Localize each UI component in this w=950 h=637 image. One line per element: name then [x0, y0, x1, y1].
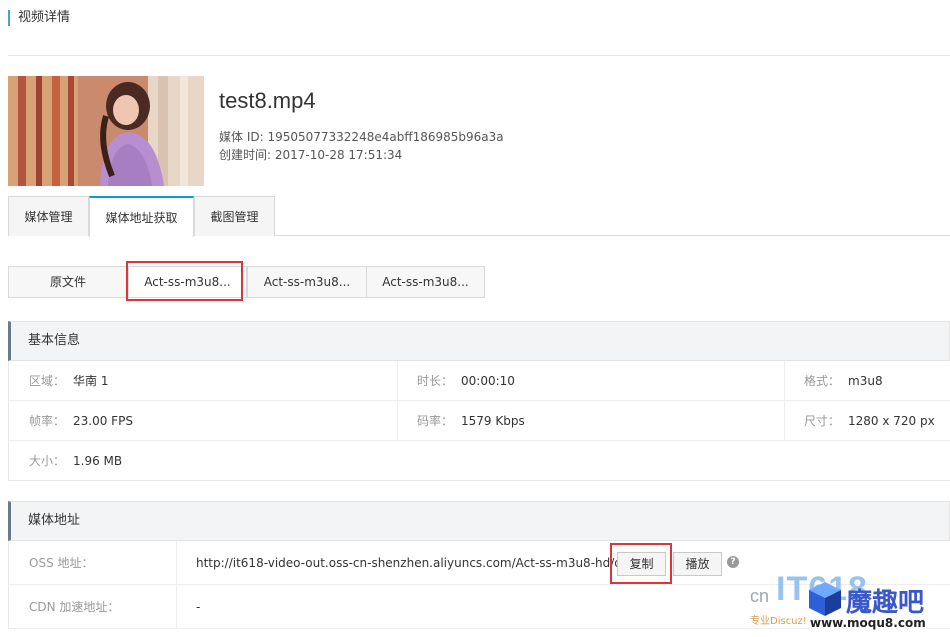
bitrate-label: 码率：: [417, 414, 454, 428]
section-media-address-header: 媒体地址: [8, 501, 950, 541]
info-row: 区域： 华南 1 时长： 00:00:10 格式： m3u8: [9, 361, 950, 401]
region-value: 华南 1: [73, 374, 109, 388]
rendition-tab-original[interactable]: 原文件: [8, 266, 128, 298]
format-value: m3u8: [848, 374, 883, 388]
basic-info-table: 区域： 华南 1 时长： 00:00:10 格式： m3u8 帧率： 23.00 FPS…: [8, 361, 950, 481]
tab-media-management[interactable]: 媒体管理: [8, 196, 89, 236]
section-basic-info-header: 基本信息: [8, 321, 950, 361]
oss-address-label: OSS 地址：: [29, 556, 94, 570]
filesize-label: 大小：: [29, 454, 66, 468]
cdn-address-value: -: [196, 600, 201, 614]
info-row: 大小： 1.96 MB: [9, 441, 950, 481]
media-id: 媒体 ID: 19505077332248e4abff186985b96a3a: [219, 130, 504, 144]
info-cell-filesize: 大小： 1.96 MB: [29, 441, 122, 481]
thumbnail-image: [8, 76, 204, 186]
info-cell-bitrate: 码率： 1579 Kbps: [417, 401, 525, 441]
video-thumbnail[interactable]: [8, 76, 204, 186]
page-title: 视频详情: [8, 10, 70, 26]
duration-value: 00:00:10: [461, 374, 515, 388]
oss-address-row: OSS 地址： http://it618-video-out.oss-cn-sh…: [9, 541, 950, 585]
media-address-table: OSS 地址： http://it618-video-out.oss-cn-sh…: [8, 541, 950, 629]
format-label: 格式：: [804, 374, 841, 388]
title-divider: [8, 55, 950, 56]
highlight-box-rendition: [126, 261, 243, 301]
info-cell-format: 格式： m3u8: [804, 361, 883, 401]
help-icon[interactable]: ?: [727, 556, 739, 568]
tab-screenshot-management[interactable]: 截图管理: [194, 196, 275, 236]
rendition-tab-3[interactable]: Act-ss-m3u8...: [366, 266, 485, 298]
cdn-address-label: CDN 加速地址：: [29, 600, 120, 614]
dimensions-value: 1280 x 720 px: [848, 414, 935, 428]
info-cell-duration: 时长： 00:00:10: [417, 361, 515, 401]
oss-address-url[interactable]: http://it618-video-out.oss-cn-shenzhen.a…: [196, 541, 649, 585]
rendition-tab-2[interactable]: Act-ss-m3u8...: [247, 266, 367, 298]
dimensions-label: 尺寸：: [804, 414, 841, 428]
tab-media-address[interactable]: 媒体地址获取: [89, 196, 194, 237]
bitrate-value: 1579 Kbps: [461, 414, 525, 428]
play-button[interactable]: 播放: [673, 552, 722, 576]
fps-label: 帧率：: [29, 414, 66, 428]
info-row: 帧率： 23.00 FPS 码率： 1579 Kbps 尺寸： 1280 x 720 …: [9, 401, 950, 441]
highlight-box-copy: [610, 543, 672, 584]
info-cell-dimensions: 尺寸： 1280 x 720 px: [804, 401, 935, 441]
cdn-address-row: CDN 加速地址： -: [9, 585, 950, 629]
media-created-time: 创建时间: 2017-10-28 17:51:34: [219, 148, 403, 162]
info-cell-region: 区域： 华南 1: [29, 361, 108, 401]
media-filename: test8.mp4: [219, 88, 316, 113]
duration-label: 时长：: [417, 374, 454, 388]
main-tabs: 媒体管理 媒体地址获取 截图管理: [8, 196, 950, 237]
fps-value: 23.00 FPS: [73, 414, 133, 428]
region-label: 区域：: [29, 374, 66, 388]
info-cell-fps: 帧率： 23.00 FPS: [29, 401, 133, 441]
filesize-value: 1.96 MB: [73, 454, 123, 468]
